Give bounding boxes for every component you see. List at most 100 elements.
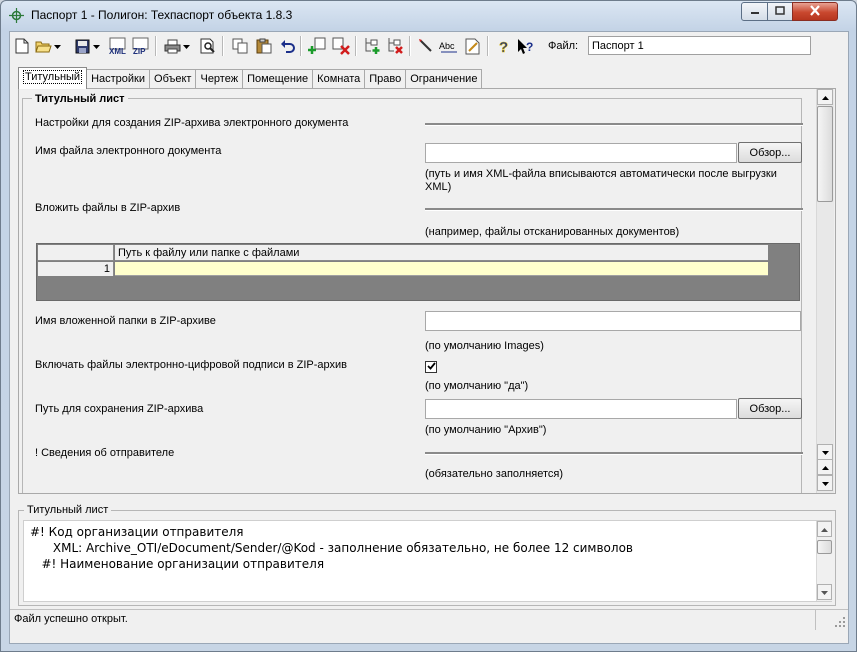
export-xml-button[interactable]: XML — [108, 36, 128, 56]
file-label: Файл: — [548, 40, 579, 52]
add-object-icon — [308, 37, 326, 55]
sender-info-label: ! Сведения об отправителе — [35, 447, 175, 459]
tab-obekt[interactable]: Объект — [149, 69, 197, 89]
tab-label: Помещение — [247, 73, 309, 85]
add-tree-node-button[interactable] — [362, 36, 382, 56]
new-document-icon — [15, 38, 29, 54]
paste-button[interactable] — [254, 36, 274, 56]
divider — [425, 452, 803, 455]
export-zip-button[interactable]: ZIP — [131, 36, 151, 56]
minimize-button[interactable] — [741, 2, 768, 21]
context-help-button[interactable]: ? — [516, 36, 536, 56]
tab-titulny[interactable]: Титульный — [18, 67, 88, 89]
divider — [425, 208, 803, 211]
save-path-field[interactable] — [425, 399, 737, 419]
delete-tree-node-button[interactable] — [385, 36, 405, 56]
divider — [425, 123, 803, 126]
copy-button[interactable] — [230, 36, 250, 56]
print-dropdown-arrow[interactable] — [182, 36, 191, 56]
description-line: #! Наименование организации отправителя — [30, 557, 325, 571]
scroll-up-button[interactable] — [817, 521, 832, 537]
arrow-down-icon — [821, 477, 829, 489]
attach-files-grid: Путь к файлу или папке с файлами 1 — [36, 243, 800, 301]
group-title: Титульный лист — [32, 93, 128, 105]
scroll-down-button[interactable] — [817, 444, 833, 460]
file-name-field[interactable] — [588, 36, 811, 55]
nested-folder-label: Имя вложенной папки в ZIP-архиве — [35, 315, 216, 327]
nested-folder-field[interactable] — [425, 311, 801, 331]
tab-pravo[interactable]: Право — [364, 69, 407, 89]
undo-icon — [280, 39, 295, 53]
open-folder-button[interactable] — [33, 36, 53, 56]
save-path-hint: (по умолчанию "Архив") — [425, 424, 547, 436]
doc-filename-field[interactable] — [425, 143, 737, 163]
print-preview-button[interactable] — [198, 36, 218, 56]
arrow-up-icon — [821, 461, 829, 473]
include-signature-checkbox[interactable] — [425, 361, 437, 373]
toolbar-separator — [409, 36, 411, 56]
tab-label: Право — [369, 73, 402, 85]
client-area: XML ZIP Abc ? ? Файл: Паспорт 1 Титульны… — [9, 31, 849, 644]
description-scrollbar[interactable] — [816, 521, 833, 601]
scroll-down-button[interactable] — [817, 584, 832, 600]
grid-corner — [38, 245, 114, 261]
spell-check-button[interactable]: Abc — [439, 36, 459, 56]
tab-ogranichenie[interactable]: Ограничение — [405, 69, 483, 89]
grid-path-cell[interactable] — [115, 262, 768, 276]
scroll-thumb[interactable] — [817, 540, 832, 554]
scroll-thumb[interactable] — [817, 106, 833, 202]
undo-button[interactable] — [277, 36, 297, 56]
add-object-button[interactable] — [307, 36, 327, 56]
description-line: #! Код организации отправителя — [30, 525, 244, 539]
edit-note-button[interactable] — [463, 36, 483, 56]
scroll-up-button[interactable] — [817, 89, 833, 105]
svg-text:?: ? — [499, 39, 508, 54]
grid-column-header[interactable]: Путь к файлу или папке с файлами — [115, 245, 768, 261]
close-button[interactable] — [792, 2, 838, 21]
window-title: Паспорт 1 - Полигон: Техпаспорт объекта … — [31, 8, 293, 22]
save-button[interactable] — [72, 36, 92, 56]
form-scrollbar[interactable] — [816, 89, 834, 493]
doc-filename-browse-button[interactable]: Обзор... — [738, 142, 802, 163]
arrow-down-icon — [821, 446, 829, 458]
delete-object-button[interactable] — [331, 36, 351, 56]
sender-info-hint: (обязательно заполняется) — [425, 468, 564, 480]
pen-tool-button[interactable] — [416, 36, 436, 56]
open-folder-icon — [34, 39, 52, 53]
resize-grip-icon[interactable] — [834, 616, 846, 628]
title-bar[interactable]: Паспорт 1 - Полигон: Техпаспорт объекта … — [1, 1, 856, 29]
arrow-up-icon — [821, 523, 828, 535]
tab-nastroiki[interactable]: Настройки — [86, 69, 151, 89]
close-icon — [809, 4, 821, 19]
tab-pomeshchenie[interactable]: Помещение — [242, 69, 314, 89]
open-dropdown-arrow[interactable] — [53, 36, 62, 56]
add-tree-node-icon — [363, 37, 381, 55]
save-path-browse-button[interactable]: Обзор... — [738, 398, 802, 419]
paste-icon — [256, 38, 272, 54]
maximize-button[interactable] — [767, 2, 793, 21]
copy-icon — [232, 38, 248, 54]
edit-note-icon — [465, 38, 481, 55]
help-button[interactable]: ? — [494, 36, 514, 56]
svg-text:Abc: Abc — [439, 41, 455, 51]
printer-icon — [164, 39, 181, 54]
export-zip-icon: ZIP — [131, 37, 151, 55]
status-text: Файл успешно открыт. — [14, 613, 128, 625]
description-text[interactable]: #! Код организации отправителя XML: Arch… — [23, 520, 832, 602]
attach-files-hint: (например, файлы отсканированных докумен… — [425, 226, 680, 238]
description-group: Титульный лист #! Код организации отправ… — [18, 504, 836, 606]
tab-label: Настройки — [91, 73, 146, 85]
toolbar-separator — [300, 36, 302, 56]
scroll-up-button[interactable] — [817, 459, 833, 475]
doc-filename-label: Имя файла электронного документа — [35, 145, 222, 157]
minimize-icon — [750, 6, 760, 18]
form-group: Титульный лист Настройки для создания ZI… — [22, 93, 803, 493]
tab-chertezh[interactable]: Чертеж — [195, 69, 244, 89]
doc-filename-hint: (путь и имя XML-файла вписываются автома… — [425, 168, 777, 193]
scroll-down-button[interactable] — [817, 475, 833, 491]
save-dropdown-arrow[interactable] — [92, 36, 101, 56]
print-button[interactable] — [162, 36, 182, 56]
tab-komnata[interactable]: Комната — [312, 69, 366, 89]
nested-folder-hint: (по умолчанию Images) — [425, 340, 544, 352]
new-document-button[interactable] — [12, 36, 32, 56]
